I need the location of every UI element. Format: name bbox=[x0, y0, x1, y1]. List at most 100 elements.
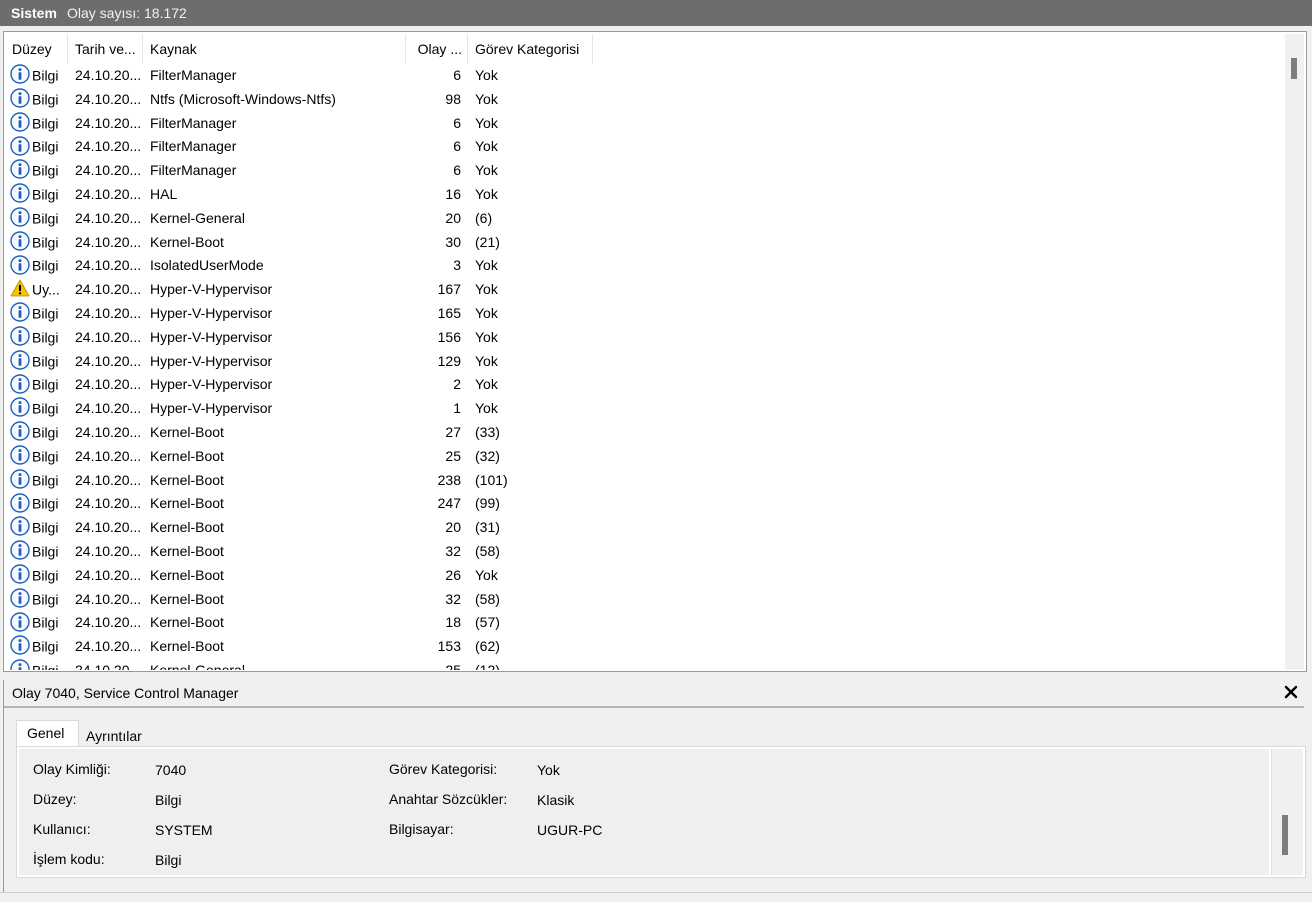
column-header-source[interactable]: Kaynak bbox=[144, 34, 406, 64]
table-row[interactable]: Bilgi 24.10.20... Kernel-Boot 26 Yok bbox=[6, 564, 1284, 588]
level-cell: Bilgi bbox=[10, 135, 70, 159]
event-count: Olay sayısı: 18.172 bbox=[67, 5, 187, 21]
field-value-level: Bilgi bbox=[155, 792, 182, 808]
table-row[interactable]: Bilgi 24.10.20... IsolatedUserMode 3 Yok bbox=[6, 254, 1284, 278]
table-row[interactable]: Bilgi 24.10.20... Kernel-Boot 32 (58) bbox=[6, 588, 1284, 612]
task-category-cell: Yok bbox=[475, 185, 498, 202]
task-category-cell: (31) bbox=[475, 519, 500, 536]
table-row[interactable]: Bilgi 24.10.20... Kernel-Boot 153 (62) bbox=[6, 635, 1284, 659]
column-header-event-id[interactable]: Olay ... bbox=[406, 34, 468, 64]
event-id-cell: 3 bbox=[453, 257, 461, 274]
list-scrollbar-thumb[interactable] bbox=[1291, 58, 1297, 79]
table-row[interactable]: Bilgi 24.10.20... Hyper-V-Hypervisor 129 Yok bbox=[6, 350, 1284, 374]
date-cell: 24.10.20... bbox=[75, 423, 142, 440]
level-cell: Bilgi bbox=[10, 659, 70, 670]
column-header-level[interactable]: Düzey bbox=[6, 34, 68, 64]
detail-scrollbar-thumb[interactable] bbox=[1282, 815, 1288, 855]
table-row[interactable]: Bilgi 24.10.20... FilterManager 6 Yok bbox=[6, 159, 1284, 183]
event-id-cell: 30 bbox=[445, 233, 461, 250]
tab-general[interactable]: Genel bbox=[16, 720, 79, 746]
table-row[interactable]: Bilgi 24.10.20... Hyper-V-Hypervisor 1 Yok bbox=[6, 397, 1284, 421]
date-cell: 24.10.20... bbox=[75, 400, 142, 417]
level-cell: Bilgi bbox=[10, 516, 70, 540]
level-cell: Bilgi bbox=[10, 88, 70, 112]
event-id-cell: 6 bbox=[453, 67, 461, 83]
task-category-cell: Yok bbox=[475, 566, 498, 583]
warning-icon bbox=[10, 278, 30, 298]
table-row[interactable]: Bilgi 24.10.20... Kernel-General 20 (6) bbox=[6, 207, 1284, 231]
info-icon bbox=[10, 64, 30, 84]
field-label-task-category: Görev Kategorisi: bbox=[389, 761, 498, 777]
level-label: Bilgi bbox=[32, 400, 59, 417]
table-row[interactable]: Uy... 24.10.20... Hyper-V-Hypervisor 167 Yok bbox=[6, 278, 1284, 302]
source-cell: FilterManager bbox=[150, 114, 237, 131]
event-id-cell: 167 bbox=[437, 281, 461, 298]
field-label-keywords: Anahtar Sözcükler: bbox=[389, 791, 508, 807]
level-label: Bilgi bbox=[32, 138, 59, 155]
source-cell: Hyper-V-Hypervisor bbox=[150, 352, 273, 369]
info-icon bbox=[10, 159, 30, 180]
table-row[interactable]: Bilgi 24.10.20... FilterManager 6 Yok bbox=[6, 135, 1284, 159]
source-cell: Kernel-General bbox=[150, 209, 245, 226]
date-cell: 24.10.20... bbox=[75, 471, 142, 488]
info-icon bbox=[10, 588, 30, 608]
field-value-opcode: Bilgi bbox=[155, 852, 182, 868]
field-label-user: Kullanıcı: bbox=[33, 821, 91, 837]
table-row[interactable]: Bilgi 24.10.20... Kernel-Boot 25 (32) bbox=[6, 445, 1284, 469]
task-category-cell: (32) bbox=[475, 447, 500, 464]
level-label: Bilgi bbox=[32, 614, 59, 631]
task-category-cell: Yok bbox=[475, 304, 498, 321]
table-row[interactable]: Bilgi 24.10.20... Kernel-Boot 20 (31) bbox=[6, 516, 1284, 540]
table-row[interactable]: Bilgi 24.10.20... Kernel-Boot 238 (101) bbox=[6, 469, 1284, 493]
column-header-date[interactable]: Tarih ve... bbox=[69, 34, 143, 64]
task-category-cell: Yok bbox=[475, 328, 498, 345]
source-cell: Kernel-Boot bbox=[150, 566, 224, 583]
task-category-cell: Yok bbox=[475, 67, 498, 83]
table-row[interactable]: Bilgi 24.10.20... FilterManager 6 Yok bbox=[6, 64, 1284, 88]
table-row[interactable]: Bilgi 24.10.20... Ntfs (Microsoft-Windows-… bbox=[6, 88, 1284, 112]
level-cell: Uy... bbox=[10, 278, 70, 302]
list-scrollbar[interactable] bbox=[1285, 34, 1304, 670]
date-cell: 24.10.20... bbox=[75, 590, 142, 607]
close-icon[interactable] bbox=[1282, 683, 1300, 701]
detail-scrollbar[interactable] bbox=[1271, 749, 1303, 875]
table-row[interactable]: Bilgi 24.10.20... HAL 16 Yok bbox=[6, 183, 1284, 207]
date-cell: 24.10.20... bbox=[75, 185, 142, 202]
table-row[interactable]: Bilgi 24.10.20... Kernel-Boot 32 (58) bbox=[6, 540, 1284, 564]
table-row[interactable]: Bilgi 24.10.20... Kernel-General 25 (12) bbox=[6, 659, 1284, 670]
level-cell: Bilgi bbox=[10, 64, 70, 88]
source-cell: Kernel-Boot bbox=[150, 542, 224, 559]
task-category-cell: Yok bbox=[475, 400, 498, 417]
column-header-task-category[interactable]: Görev Kategorisi bbox=[469, 34, 593, 64]
source-cell: Kernel-Boot bbox=[150, 423, 224, 440]
source-cell: Hyper-V-Hypervisor bbox=[150, 328, 273, 345]
level-label: Bilgi bbox=[32, 329, 59, 346]
event-id-cell: 20 bbox=[445, 519, 461, 536]
table-row[interactable]: Bilgi 24.10.20... Kernel-Boot 27 (33) bbox=[6, 421, 1284, 445]
source-cell: Kernel-Boot bbox=[150, 590, 224, 607]
info-icon bbox=[10, 540, 30, 560]
level-label: Bilgi bbox=[32, 162, 59, 179]
table-row[interactable]: Bilgi 24.10.20... Kernel-Boot 18 (57) bbox=[6, 611, 1284, 635]
date-cell: 24.10.20... bbox=[75, 519, 142, 536]
level-cell: Bilgi bbox=[10, 159, 70, 183]
event-id-cell: 25 bbox=[445, 661, 461, 670]
event-id-cell: 165 bbox=[437, 304, 461, 321]
table-row[interactable]: Bilgi 24.10.20... Hyper-V-Hypervisor 2 Yok bbox=[6, 373, 1284, 397]
event-id-cell: 238 bbox=[437, 471, 461, 488]
event-id-cell: 1 bbox=[453, 400, 461, 417]
table-row[interactable]: Bilgi 24.10.20... FilterManager 6 Yok bbox=[6, 112, 1284, 136]
level-cell: Bilgi bbox=[10, 231, 70, 255]
level-label: Bilgi bbox=[32, 448, 59, 465]
date-cell: 24.10.20... bbox=[75, 328, 142, 345]
table-row[interactable]: Bilgi 24.10.20... Kernel-Boot 247 (99) bbox=[6, 492, 1284, 516]
table-row[interactable]: Bilgi 24.10.20... Kernel-Boot 30 (21) bbox=[6, 231, 1284, 255]
level-cell: Bilgi bbox=[10, 207, 70, 231]
detail-title: Olay 7040, Service Control Manager bbox=[12, 685, 239, 701]
table-row[interactable]: Bilgi 24.10.20... Hyper-V-Hypervisor 156 Yok bbox=[6, 326, 1284, 350]
info-icon bbox=[10, 207, 30, 227]
source-cell: Kernel-Boot bbox=[150, 447, 224, 464]
task-category-cell: (33) bbox=[475, 423, 500, 440]
task-category-cell: (57) bbox=[475, 614, 500, 631]
table-row[interactable]: Bilgi 24.10.20... Hyper-V-Hypervisor 165 Yok bbox=[6, 302, 1284, 326]
